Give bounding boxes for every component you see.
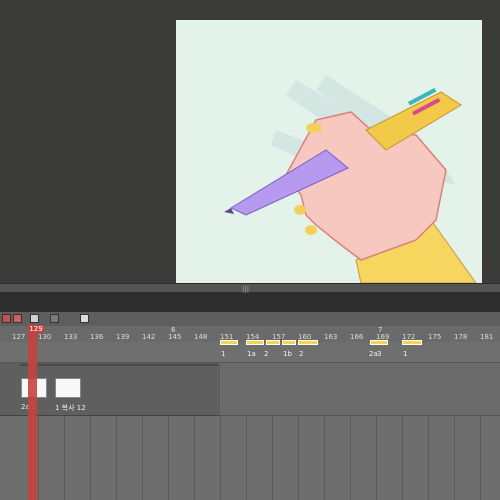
- cel-label: 2: [299, 350, 304, 358]
- cel-segment[interactable]: [220, 340, 238, 345]
- frame-tick: 181: [480, 333, 494, 341]
- cel-thumbnail[interactable]: [55, 378, 81, 398]
- cel-segment[interactable]: [298, 340, 318, 345]
- frame-tick: 139: [116, 333, 130, 341]
- frame-tick: 178: [454, 333, 468, 341]
- frame-tick: 127: [12, 333, 26, 341]
- cel-label: 2: [264, 350, 269, 358]
- panel-splitter[interactable]: |||: [0, 283, 500, 293]
- cel-label: 1 복사 12: [55, 404, 86, 412]
- frame-tick: 175: [428, 333, 442, 341]
- cel-label: 1: [221, 350, 226, 358]
- cel-segment[interactable]: [370, 340, 388, 345]
- canvas-area[interactable]: [0, 0, 500, 283]
- pencil-icon[interactable]: [80, 314, 89, 323]
- frame-tick: 166: [350, 333, 364, 341]
- track-row[interactable]: [220, 363, 500, 416]
- playhead-frame-label: 129: [28, 325, 44, 333]
- frame-tick: 142: [142, 333, 156, 341]
- cel-segment[interactable]: [402, 340, 422, 345]
- timeline-header-band: [0, 293, 500, 312]
- onion-skin-icon[interactable]: [50, 314, 59, 323]
- cel-label: 1b: [283, 350, 292, 358]
- cel-label: 3: [377, 350, 382, 358]
- splitter-grip-icon[interactable]: |||: [242, 285, 249, 293]
- timeline-toolbar: [0, 312, 500, 327]
- artboard-illustration[interactable]: [176, 20, 482, 283]
- frame-tick: 148: [194, 333, 208, 341]
- cel-segment[interactable]: [266, 340, 280, 345]
- frame-tick: 145: [168, 333, 182, 341]
- layer-icon[interactable]: [30, 314, 39, 323]
- frame-tick: 130: [38, 333, 52, 341]
- cel-segment[interactable]: [282, 340, 296, 345]
- frame-tick: 133: [64, 333, 78, 341]
- delete-icon[interactable]: [13, 314, 22, 323]
- cel-segment[interactable]: [246, 340, 264, 345]
- record-icon[interactable]: [2, 314, 11, 323]
- cel-label: 1: [403, 350, 408, 358]
- frame-tick: 163: [324, 333, 338, 341]
- hand-holding-pen-illustration: [224, 75, 477, 283]
- playhead[interactable]: [28, 326, 37, 500]
- track-divider: [20, 364, 218, 366]
- cel-label: 1a: [247, 350, 256, 358]
- frame-tick: 136: [90, 333, 104, 341]
